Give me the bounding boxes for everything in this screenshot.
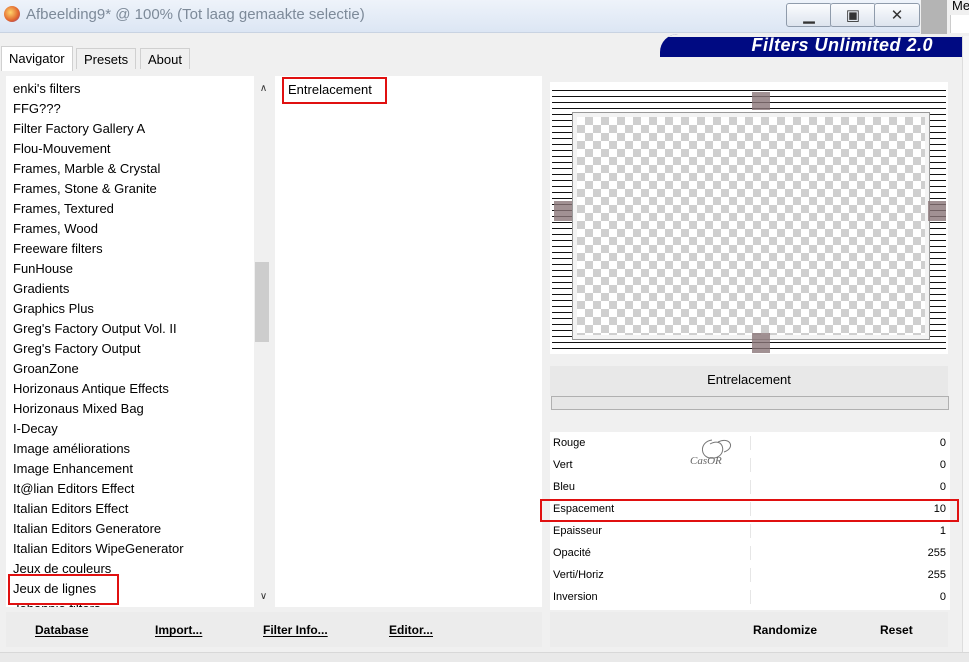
category-item[interactable]: enki's filters [13, 79, 81, 99]
selected-parameter-highlight [540, 499, 959, 522]
category-item[interactable]: Italian Editors WipeGenerator [13, 539, 184, 559]
background-window-label: Me [952, 0, 969, 13]
parameter-label: Epaisseur [553, 525, 602, 537]
reset-button[interactable]: Reset [880, 622, 913, 638]
window-title: Afbeelding9* @ 100% (Tot laag gemaakte s… [26, 6, 365, 23]
scroll-thumb[interactable] [255, 262, 269, 342]
preview-frame [572, 112, 930, 340]
parameter-divider [750, 590, 751, 604]
category-item[interactable]: Flou-Mouvement [13, 139, 111, 159]
preview-handle-top[interactable] [752, 92, 770, 110]
parameter-value[interactable]: 0 [940, 586, 946, 608]
category-item[interactable]: GroanZone [13, 359, 79, 379]
category-item[interactable]: I-Decay [13, 419, 58, 439]
category-item[interactable]: Gradients [13, 279, 69, 299]
parameter-row[interactable]: Inversion 0 [550, 586, 950, 608]
parameter-divider [750, 568, 751, 582]
category-item[interactable]: Horizonaus Antique Effects [13, 379, 169, 399]
parameter-value[interactable]: 0 [940, 432, 946, 454]
tab-presets[interactable]: Presets [76, 48, 137, 69]
preview-handle-left[interactable] [554, 201, 572, 221]
app-icon [4, 6, 20, 22]
category-item[interactable]: Image Enhancement [13, 459, 133, 479]
tab-navigator[interactable]: Navigator [1, 46, 73, 71]
category-item[interactable]: Graphics Plus [13, 299, 94, 319]
category-item[interactable]: Italian Editors Generatore [13, 519, 161, 539]
watermark: CasOR [684, 430, 764, 476]
randomize-button[interactable]: Randomize [753, 622, 817, 638]
close-icon: ✕ [890, 7, 904, 24]
category-item[interactable]: FFG??? [13, 99, 61, 119]
parameter-label: Vert [553, 459, 573, 471]
filter-list-panel: Entrelacement [275, 76, 542, 607]
selected-filter-highlight [282, 77, 387, 104]
preview-handle-bottom[interactable] [752, 333, 770, 353]
parameter-row[interactable]: Opacité 255 [550, 542, 950, 564]
filter-info-button[interactable]: Filter Info... [263, 622, 328, 638]
parameter-row[interactable]: Verti/Horiz 255 [550, 564, 950, 586]
watermark-text: CasOR [690, 455, 722, 467]
parameter-label: Opacité [553, 547, 591, 559]
parameter-label: Verti/Horiz [553, 569, 604, 581]
category-item[interactable]: Frames, Textured [13, 199, 114, 219]
close-button[interactable]: ✕ [874, 3, 920, 27]
minimize-icon: ▁ [803, 7, 815, 24]
background-window-box [950, 15, 969, 33]
category-scrollbar[interactable]: ∧ ∨ [254, 76, 269, 607]
parameter-label: Bleu [553, 481, 576, 493]
category-item[interactable]: Horizonaus Mixed Bag [13, 399, 144, 419]
category-item[interactable]: Frames, Marble & Crystal [13, 159, 160, 179]
filters-unlimited-banner: Filters Unlimited 2.0 [660, 34, 969, 57]
category-item[interactable]: Frames, Stone & Granite [13, 179, 157, 199]
category-list-panel: enki's filters FFG??? Filter Factory Galle… [6, 76, 269, 607]
selected-category-highlight [8, 574, 119, 605]
minimize-button[interactable]: ▁ [786, 3, 832, 27]
parameter-value[interactable]: 255 [928, 564, 946, 586]
category-item[interactable]: Greg's Factory Output [13, 339, 140, 359]
parameter-label: Inversion [553, 591, 598, 603]
parameter-divider [750, 524, 751, 538]
parameter-divider [750, 546, 751, 560]
chevron-down-icon: ∨ [259, 591, 268, 602]
parameter-row[interactable]: Epaisseur 1 [550, 520, 950, 542]
parameter-label: Rouge [553, 437, 586, 449]
parameter-row[interactable]: Bleu 0 [550, 476, 950, 498]
filter-preview [550, 82, 948, 354]
category-item[interactable]: Italian Editors Effect [13, 499, 128, 519]
progress-bar [551, 396, 949, 410]
watermark-logo-icon: CasOR [690, 439, 732, 467]
category-item[interactable]: Greg's Factory Output Vol. II [13, 319, 177, 339]
scroll-down-button[interactable]: ∨ [254, 588, 269, 605]
chevron-up-icon: ∧ [259, 83, 268, 94]
tab-about[interactable]: About [140, 48, 190, 69]
scroll-up-button[interactable]: ∧ [254, 80, 269, 97]
preview-handle-right[interactable] [928, 201, 946, 221]
transparency-checkerboard [577, 117, 925, 335]
parameter-value[interactable]: 0 [940, 454, 946, 476]
category-item[interactable]: FunHouse [13, 259, 73, 279]
maximize-icon: ▣ [845, 7, 861, 24]
category-item[interactable]: It@lian Editors Effect [13, 479, 134, 499]
category-item[interactable]: Filter Factory Gallery A [13, 119, 145, 139]
import-button[interactable]: Import... [155, 622, 202, 638]
category-item[interactable]: Freeware filters [13, 239, 103, 259]
editor-button[interactable]: Editor... [389, 622, 433, 638]
parameter-value[interactable]: 1 [940, 520, 946, 542]
category-item[interactable]: Image améliorations [13, 439, 130, 459]
category-item[interactable]: Frames, Wood [13, 219, 98, 239]
maximize-button[interactable]: ▣ [830, 3, 876, 27]
parameter-value[interactable]: 0 [940, 476, 946, 498]
database-button[interactable]: Database [35, 622, 88, 638]
banner-title: Filters Unlimited 2.0 [751, 35, 933, 55]
parameter-divider [750, 480, 751, 494]
current-filter-name: Entrelacement [550, 366, 948, 396]
window-title-bar: Afbeelding9* @ 100% (Tot laag gemaakte s… [0, 0, 920, 33]
window-right-edge [962, 36, 969, 652]
background-window-edge [921, 0, 947, 34]
parameter-value[interactable]: 255 [928, 542, 946, 564]
